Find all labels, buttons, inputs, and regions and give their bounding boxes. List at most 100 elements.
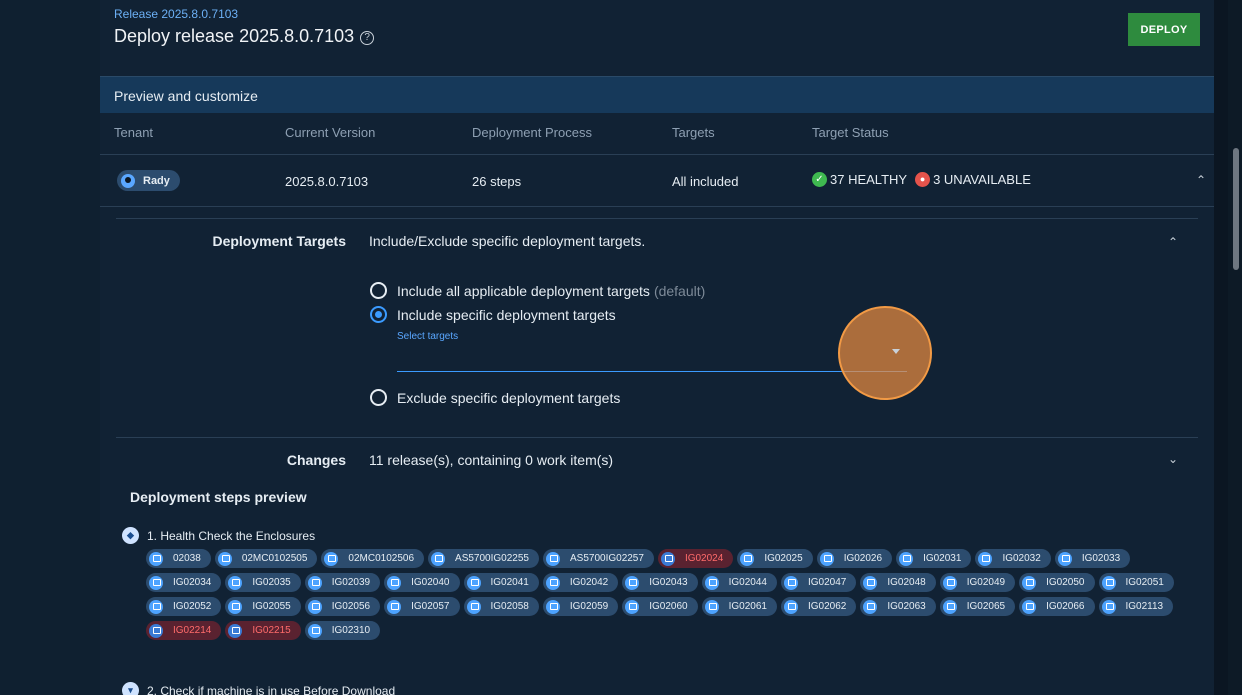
healthy-count: 37 HEALTHY — [830, 172, 908, 187]
radio-include-all[interactable]: Include all applicable deployment target… — [370, 282, 705, 299]
radio-include-all-label: Include all applicable deployment target… — [397, 282, 650, 299]
machine-icon — [149, 623, 163, 638]
machine-name: IG02025 — [764, 553, 803, 564]
col-target-status: Target Status — [812, 125, 889, 140]
machine-name: IG02061 — [728, 601, 767, 612]
machine-chip[interactable]: IG02033 — [1054, 549, 1131, 568]
changes-label: Changes — [286, 452, 346, 468]
chevron-down-icon[interactable]: ⌄ — [1168, 452, 1178, 466]
machine-icon — [704, 575, 719, 590]
radio-exclude-specific[interactable]: Exclude specific deployment targets — [370, 389, 620, 406]
machine-chip[interactable]: 02MC0102505 — [214, 549, 318, 568]
machine-chip[interactable]: IG02058 — [463, 597, 539, 616]
scrollbar-thumb[interactable] — [1233, 148, 1239, 270]
machine-chip[interactable]: 02MC0102506 — [321, 549, 425, 568]
machine-chip[interactable]: IG02061 — [701, 597, 777, 616]
page-title-text: Deploy release 2025.8.0.7103 — [114, 26, 355, 46]
tenant-chip[interactable]: Rady — [117, 170, 180, 191]
machine-name: IG02041 — [490, 577, 529, 588]
radio-circle[interactable] — [370, 282, 387, 299]
changes-description: 11 release(s), containing 0 work item(s) — [369, 452, 614, 468]
machine-chip[interactable]: AS5700IG02257 — [542, 549, 654, 568]
machine-name: IG02052 — [173, 601, 212, 612]
tenant-icon — [121, 173, 135, 188]
machine-chip[interactable]: 02038 — [146, 549, 211, 568]
machine-name: IG02051 — [1125, 577, 1164, 588]
machine-chip[interactable]: IG02060 — [622, 597, 698, 616]
machine-chip[interactable]: IG02066 — [1019, 597, 1095, 616]
machine-name: IG02040 — [411, 577, 450, 588]
machine-icon — [545, 599, 560, 614]
machine-chip[interactable]: IG02215 — [225, 621, 301, 640]
machine-name: IG02048 — [887, 577, 926, 588]
machine-chip[interactable]: IG02214 — [146, 621, 222, 640]
page-title: Deploy release 2025.8.0.7103? — [114, 26, 375, 47]
machine-chip[interactable]: IG02051 — [1098, 573, 1174, 592]
step-1-header[interactable]: ◆ 1. Health Check the Enclosures — [122, 527, 315, 544]
machine-chip[interactable]: IG02059 — [542, 597, 619, 616]
release-breadcrumb[interactable]: Release 2025.8.0.7103 — [114, 7, 238, 21]
machine-icon — [228, 623, 243, 638]
machine-chip[interactable]: IG02049 — [939, 573, 1016, 592]
machine-chip[interactable]: AS5700IG02255 — [428, 549, 539, 568]
machine-chip[interactable]: IG02052 — [146, 597, 222, 616]
machine-chip[interactable]: IG02062 — [781, 597, 857, 616]
scrollbar-track[interactable] — [1228, 0, 1242, 695]
deployment-targets-label: Deployment Targets — [212, 233, 346, 249]
machine-chip[interactable]: IG02063 — [860, 597, 936, 616]
machine-chip[interactable]: IG02048 — [860, 573, 936, 592]
machine-name: IG02042 — [569, 577, 609, 588]
step-health-icon: ◆ — [122, 527, 139, 544]
machine-chip[interactable]: IG02041 — [463, 573, 539, 592]
machine-chip[interactable]: IG02043 — [622, 573, 698, 592]
machine-chip[interactable]: IG02056 — [304, 597, 381, 616]
chevron-up-icon[interactable]: ⌃ — [1196, 173, 1206, 187]
machine-chip[interactable]: IG02057 — [384, 597, 460, 616]
machine-chip[interactable]: IG02050 — [1019, 573, 1095, 592]
machine-chip[interactable]: IG02065 — [939, 597, 1016, 616]
machine-icon — [942, 599, 957, 614]
machine-chip[interactable]: IG02044 — [701, 573, 777, 592]
current-version: 2025.8.0.7103 — [285, 174, 369, 189]
machine-name: IG02113 — [1125, 601, 1164, 612]
machine-icon — [1022, 599, 1037, 614]
deploy-panel: Release 2025.8.0.7103 Deploy release 202… — [100, 0, 1214, 695]
machine-chip[interactable]: IG02031 — [896, 549, 972, 568]
machine-chip[interactable]: IG02034 — [146, 573, 222, 592]
chevron-up-icon[interactable]: ⌃ — [1168, 235, 1178, 249]
dropdown-arrow-icon[interactable] — [892, 349, 900, 354]
machine-icon — [625, 599, 640, 614]
step-2-header[interactable]: ▾ 2. Check if machine is in use Before Do… — [122, 682, 395, 695]
machine-name: IG02039 — [331, 577, 371, 588]
radio-circle[interactable] — [370, 389, 387, 406]
machine-icon — [545, 551, 560, 566]
machine-name: AS5700IG02255 — [455, 553, 529, 564]
default-hint: (default) — [653, 282, 706, 299]
machine-name: AS5700IG02257 — [569, 553, 644, 564]
machine-name: IG02035 — [252, 577, 291, 588]
machine-name: IG02050 — [1046, 577, 1085, 588]
machine-chip[interactable]: IG02039 — [304, 573, 381, 592]
cursor-highlight — [838, 306, 932, 400]
machine-name: 02MC0102506 — [348, 553, 415, 564]
radio-include-specific[interactable]: Include specific deployment targets — [370, 306, 616, 323]
machine-name: IG02056 — [331, 601, 371, 612]
select-targets-input[interactable] — [397, 371, 907, 372]
machine-chip[interactable]: IG02040 — [384, 573, 460, 592]
radio-circle-selected[interactable] — [370, 306, 387, 323]
col-targets: Targets — [672, 125, 715, 140]
machine-chip[interactable]: IG02024 — [657, 549, 734, 568]
machine-chip[interactable]: IG02032 — [975, 549, 1051, 568]
machine-chip[interactable]: IG02113 — [1098, 597, 1174, 616]
machine-chip[interactable]: IG02042 — [542, 573, 619, 592]
machine-chip[interactable]: IG02025 — [737, 549, 813, 568]
machine-icon — [863, 575, 878, 590]
machine-chip[interactable]: IG02055 — [225, 597, 301, 616]
help-icon[interactable]: ? — [360, 31, 375, 45]
machine-chip[interactable]: IG02026 — [816, 549, 893, 568]
machine-chip[interactable]: IG02035 — [225, 573, 301, 592]
deploy-button[interactable]: DEPLOY — [1128, 13, 1200, 46]
machine-icon — [307, 575, 322, 590]
machine-chip[interactable]: IG02047 — [781, 573, 857, 592]
machine-chip[interactable]: IG02310 — [304, 621, 381, 640]
